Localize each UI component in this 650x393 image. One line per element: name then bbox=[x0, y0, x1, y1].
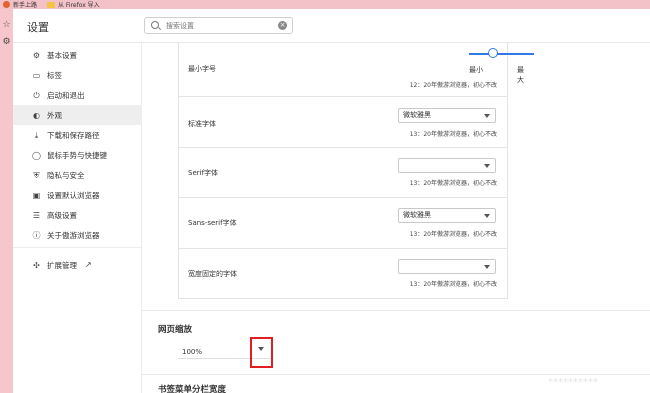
settings-content: 最小字号 最小 最大 12：20年傲游浏览器，初心不改 标准字体 微软雅黑 13… bbox=[142, 43, 650, 393]
chevron-down-icon bbox=[484, 214, 490, 218]
external-link-icon: ↗ bbox=[85, 260, 92, 269]
chevron-down-icon bbox=[484, 164, 490, 168]
zoom-section-title: 网页缩放 bbox=[158, 325, 193, 335]
sidebar-item-basic[interactable]: ⚙ 基本设置 bbox=[13, 45, 142, 65]
sliders-icon: ☰ bbox=[32, 210, 41, 220]
highlight-annotation bbox=[250, 337, 273, 368]
serif-font-select[interactable] bbox=[398, 158, 496, 173]
sidebar-item-label: 设置默认浏览器 bbox=[47, 190, 100, 200]
font-preview-note: 13：20年傲游浏览器，初心不改 bbox=[409, 180, 497, 187]
sidebar-item-about[interactable]: ⓘ 关于傲游浏览器 bbox=[13, 225, 142, 245]
bookmark-item-getting-started[interactable]: 新手上路 bbox=[3, 0, 37, 9]
download-icon: ⤓ bbox=[34, 130, 39, 140]
serif-font-row: Serif字体 13：20年傲游浏览器，初心不改 bbox=[179, 148, 507, 198]
chevron-down-icon bbox=[484, 265, 490, 269]
sidebar-item-downloads[interactable]: ⤓ 下载和保存路径 bbox=[13, 125, 142, 145]
font-preview-note: 13：20年傲游浏览器，初心不改 bbox=[409, 281, 497, 288]
sidebar: ⚙ 基本设置 ▭ 标签 ⏻ 启动和退出 ◐ 外观 ⤓ 下载和保存路径 ◯ 鼠标手… bbox=[13, 43, 142, 393]
zoom-value: 100% bbox=[182, 348, 203, 356]
sidebar-item-label: 扩展管理 bbox=[47, 260, 77, 270]
sidebar-item-label: 外观 bbox=[47, 110, 62, 120]
sidebar-divider bbox=[13, 247, 142, 248]
sidebar-item-startup[interactable]: ⏻ 启动和退出 bbox=[13, 85, 142, 105]
fixed-width-font-row: 宽度固定的字体 13：20年傲游浏览器，初心不改 bbox=[179, 249, 507, 299]
bookmark-menu-section-title: 书签菜单分栏宽度 bbox=[158, 385, 227, 393]
standard-font-row: 标准字体 微软雅黑 13：20年傲游浏览器，初心不改 bbox=[179, 97, 507, 148]
font-preview-note: 13：20年傲游浏览器，初心不改 bbox=[409, 231, 497, 238]
font-preview-note: 12：20年傲游浏览器，初心不改 bbox=[409, 82, 497, 89]
select-value: 微软雅黑 bbox=[403, 211, 431, 219]
left-strip: ☆ ⚙ bbox=[0, 9, 13, 393]
search-input[interactable] bbox=[166, 19, 266, 32]
bookmark-label: 新手上路 bbox=[13, 2, 38, 9]
fixed-width-font-label: 宽度固定的字体 bbox=[188, 270, 237, 278]
min-font-label: 最小字号 bbox=[188, 65, 216, 73]
sidebar-item-privacy[interactable]: ⛨ 隐私与安全 bbox=[13, 165, 142, 185]
star-icon[interactable]: ☆ bbox=[2, 21, 11, 30]
select-value: 微软雅黑 bbox=[403, 111, 431, 119]
slider-min-label: 最小 bbox=[469, 66, 483, 74]
mouse-icon: ◯ bbox=[32, 150, 41, 160]
sidebar-item-label: 鼠标手势与快捷键 bbox=[47, 150, 107, 160]
search-icon bbox=[151, 21, 159, 29]
standard-font-label: 标准字体 bbox=[188, 120, 216, 128]
sans-serif-font-row: Sans-serif字体 微软雅黑 13：20年傲游浏览器，初心不改 bbox=[179, 198, 507, 249]
palette-icon: ◐ bbox=[33, 110, 40, 120]
folder-icon bbox=[47, 1, 55, 8]
bookmark-label: 从 Firefox 导入 bbox=[58, 2, 100, 9]
clear-icon[interactable]: × bbox=[278, 21, 287, 30]
slider-max-label: 最大 bbox=[517, 66, 524, 84]
sidebar-item-label: 隐私与安全 bbox=[47, 170, 85, 180]
font-preview-note: 13：20年傲游浏览器，初心不改 bbox=[409, 131, 497, 138]
sidebar-item-mouse-gestures[interactable]: ◯ 鼠标手势与快捷键 bbox=[13, 145, 142, 165]
min-font-row: 最小字号 最小 最大 12：20年傲游浏览器，初心不改 bbox=[179, 43, 534, 97]
min-font-slider-thumb[interactable] bbox=[488, 48, 498, 58]
section-divider bbox=[142, 310, 650, 311]
gear-icon[interactable]: ⚙ bbox=[2, 38, 11, 47]
sidebar-item-extensions[interactable]: ✣ 扩展管理 ↗ bbox=[13, 255, 142, 275]
bookmark-item-import-firefox[interactable]: 从 Firefox 导入 bbox=[47, 0, 100, 9]
browser-icon: ▣ bbox=[32, 190, 41, 200]
bookmarks-bar: 新手上路 从 Firefox 导入 bbox=[0, 0, 650, 9]
sidebar-item-advanced[interactable]: ☰ 高级设置 bbox=[13, 205, 142, 225]
sidebar-item-label: 标签 bbox=[47, 70, 62, 80]
power-icon: ⏻ bbox=[33, 90, 40, 100]
sidebar-item-label: 下载和保存路径 bbox=[47, 130, 100, 140]
sidebar-item-label: 基本设置 bbox=[47, 50, 77, 60]
sidebar-item-tabs[interactable]: ▭ 标签 bbox=[13, 65, 142, 85]
basic-settings-icon: ⚙ bbox=[32, 50, 41, 60]
shield-icon: ⛨ bbox=[33, 170, 40, 180]
tab-icon: ▭ bbox=[32, 70, 41, 80]
chevron-down-icon bbox=[484, 114, 490, 118]
search-box[interactable]: × bbox=[144, 17, 293, 34]
standard-font-select[interactable]: 微软雅黑 bbox=[398, 108, 496, 123]
sans-serif-font-label: Sans-serif字体 bbox=[188, 219, 237, 227]
sans-serif-font-select[interactable]: 微软雅黑 bbox=[398, 208, 496, 223]
sidebar-item-label: 关于傲游浏览器 bbox=[47, 230, 100, 240]
puzzle-icon: ✣ bbox=[33, 260, 40, 270]
serif-font-label: Serif字体 bbox=[188, 169, 219, 177]
font-settings-panel: 最小字号 最小 最大 12：20年傲游浏览器，初心不改 标准字体 微软雅黑 13… bbox=[178, 43, 534, 299]
settings-header: 设置 × bbox=[13, 9, 650, 43]
sidebar-item-default-browser[interactable]: ▣ 设置默认浏览器 bbox=[13, 185, 142, 205]
sidebar-item-label: 高级设置 bbox=[47, 210, 77, 220]
min-font-slider-track[interactable] bbox=[469, 53, 534, 55]
watermark: ********** bbox=[548, 377, 598, 388]
fixed-width-font-select[interactable] bbox=[398, 259, 496, 274]
firefox-fav-icon bbox=[3, 1, 10, 8]
info-icon: ⓘ bbox=[32, 230, 41, 240]
section-divider bbox=[142, 374, 650, 375]
page-title: 设置 bbox=[27, 21, 49, 34]
sidebar-item-label: 启动和退出 bbox=[47, 90, 85, 100]
sidebar-item-appearance[interactable]: ◐ 外观 bbox=[13, 105, 142, 125]
